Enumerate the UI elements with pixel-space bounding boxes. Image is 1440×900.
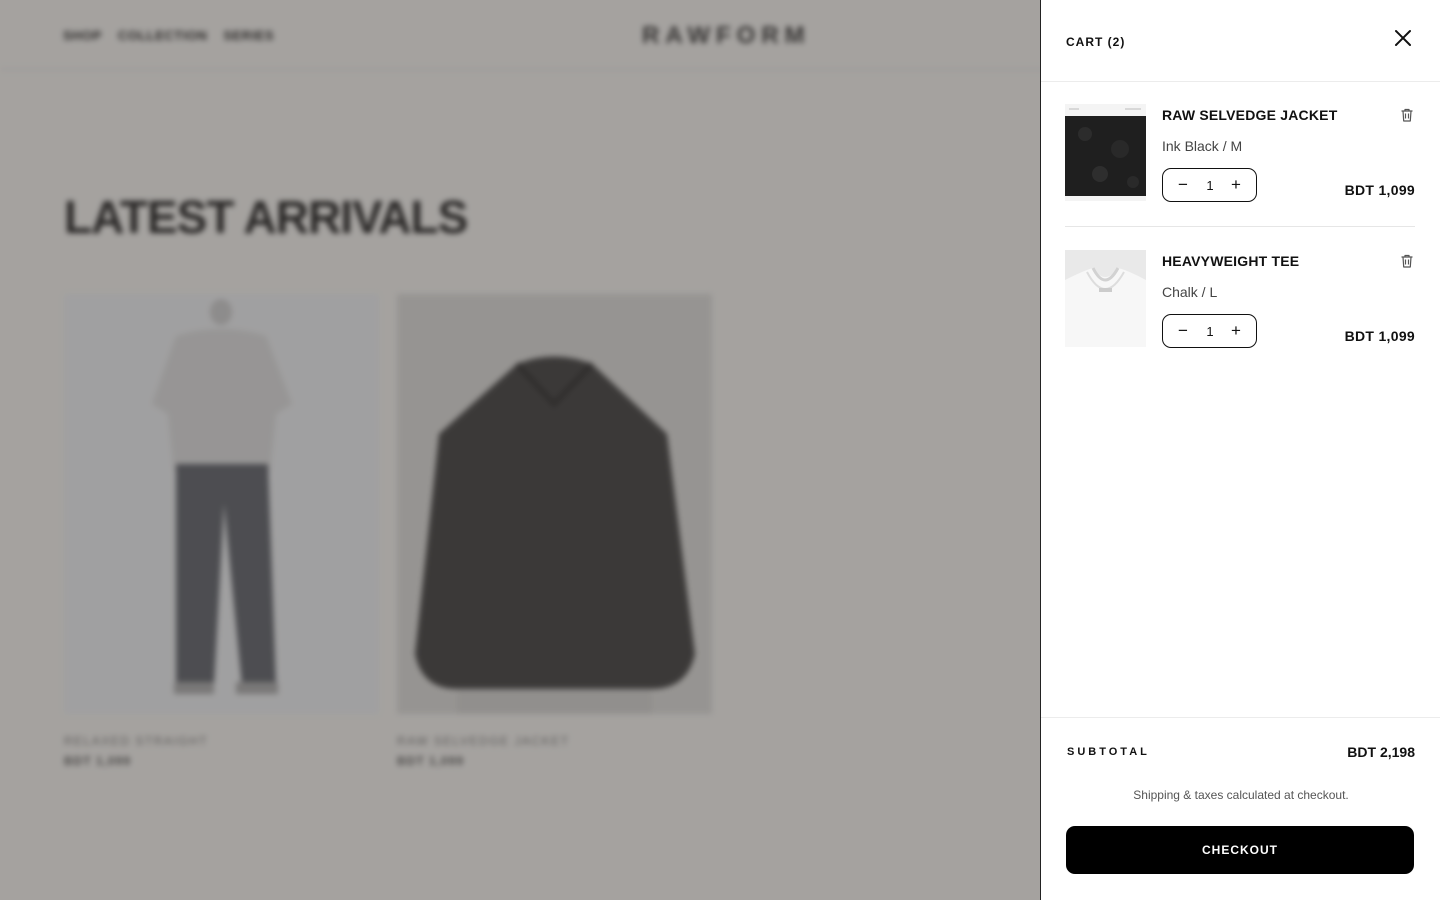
cart-item-price: BDT 1,099 (1344, 328, 1415, 344)
cart-item-thumbnail[interactable] (1065, 104, 1146, 201)
decrease-quantity-button[interactable]: − (1169, 315, 1197, 346)
cart-item-thumbnail[interactable] (1065, 250, 1146, 347)
subtotal-value: BDT 2,198 (1347, 744, 1415, 760)
quantity-stepper: − + (1162, 168, 1257, 202)
cart-drawer: CART (2) RAW SELVEDGE JACKET Ink Black /… (1040, 0, 1440, 900)
cart-item-name[interactable]: RAW SELVEDGE JACKET (1162, 107, 1337, 123)
cart-item: HEAVYWEIGHT TEE Chalk / L − + BDT 1,099 (1065, 250, 1415, 370)
increase-quantity-button[interactable]: + (1222, 315, 1250, 346)
trash-icon[interactable] (1399, 107, 1415, 123)
increase-quantity-button[interactable]: + (1222, 169, 1250, 200)
close-icon[interactable] (1391, 26, 1415, 50)
quantity-input[interactable] (1197, 169, 1223, 201)
quantity-input[interactable] (1197, 315, 1223, 347)
cart-item-variant: Chalk / L (1162, 284, 1218, 300)
quantity-stepper: − + (1162, 314, 1257, 348)
shipping-note: Shipping & taxes calculated at checkout. (1133, 788, 1349, 802)
cart-item-name[interactable]: HEAVYWEIGHT TEE (1162, 253, 1299, 269)
cart-item-price: BDT 1,099 (1344, 182, 1415, 198)
cart-item-variant: Ink Black / M (1162, 138, 1243, 154)
trash-icon[interactable] (1399, 253, 1415, 269)
cart-header: CART (2) (1041, 0, 1440, 82)
decrease-quantity-button[interactable]: − (1169, 169, 1197, 200)
checkout-button[interactable]: CHECKOUT (1066, 826, 1414, 874)
subtotal-label: SUBTOTAL (1067, 746, 1150, 758)
cart-footer: SUBTOTAL BDT 2,198 Shipping & taxes calc… (1041, 717, 1440, 900)
cart-item: RAW SELVEDGE JACKET Ink Black / M − + BD… (1065, 104, 1415, 227)
cart-title: CART (2) (1066, 35, 1126, 49)
